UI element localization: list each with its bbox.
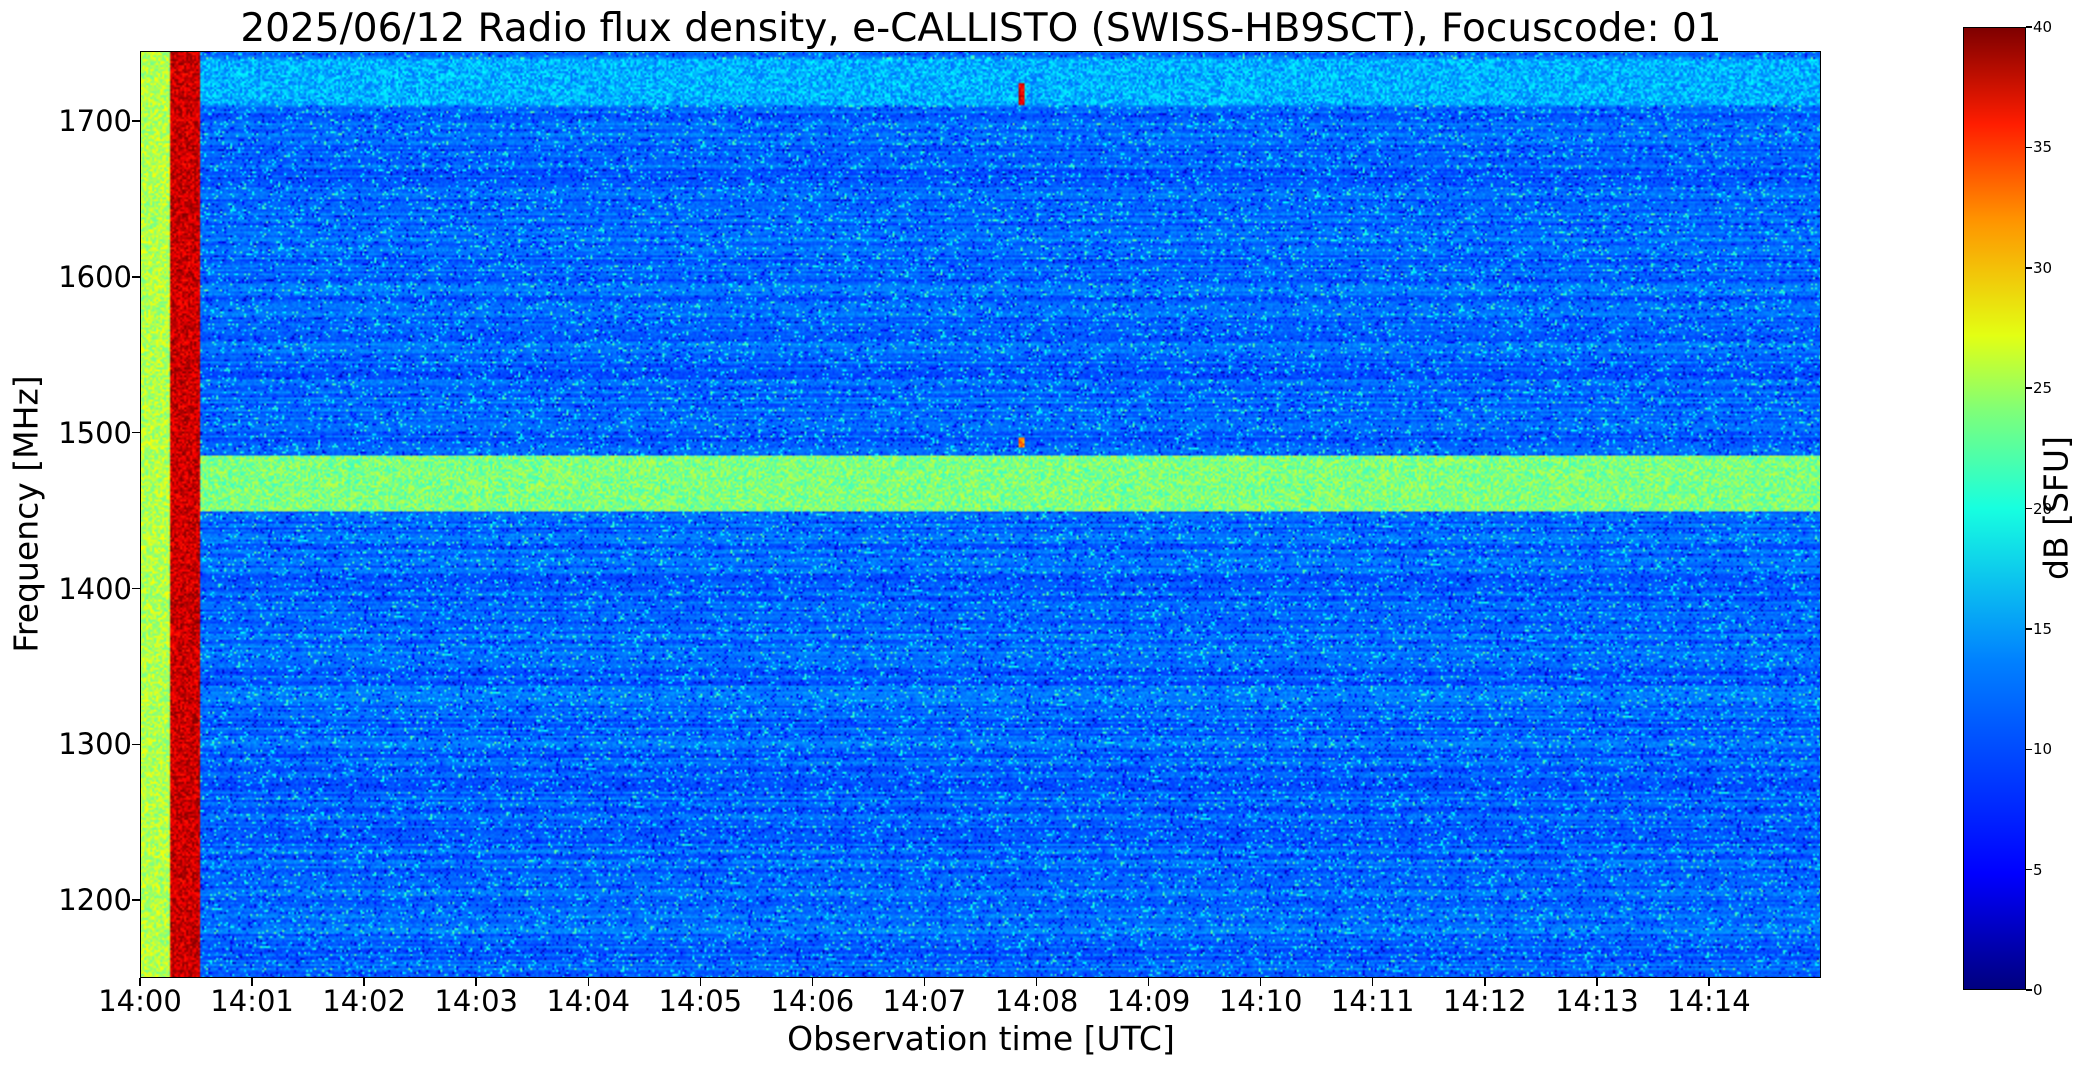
x-tick-label: 14:02: [322, 984, 406, 1018]
colorbar-tick-label: 20: [2033, 499, 2053, 518]
x-tick-label: 14:10: [1218, 984, 1303, 1018]
x-tick-label: 14:07: [882, 984, 967, 1018]
colorbar: [1963, 27, 2026, 990]
y-tick-mark: [132, 120, 140, 122]
colorbar-tick-mark: [2026, 26, 2032, 28]
colorbar-tick-mark: [2026, 387, 2032, 389]
colorbar-tick-mark: [2026, 989, 2032, 991]
x-tick-label: 14:08: [994, 984, 1079, 1018]
y-tick-label: 1200: [58, 883, 132, 918]
y-tick-label: 1600: [58, 259, 132, 294]
x-tick-label: 14:13: [1555, 984, 1639, 1018]
x-axis-label: Observation time [UTC]: [787, 1019, 1175, 1058]
y-tick-mark: [132, 899, 140, 901]
colorbar-tick-mark: [2026, 507, 2032, 510]
x-tick-label: 14:01: [210, 984, 294, 1018]
x-tick-label: 14:12: [1443, 984, 1527, 1018]
colorbar-tick-mark: [2026, 628, 2032, 630]
y-tick-label: 1700: [58, 104, 132, 139]
y-tick-mark: [132, 431, 140, 434]
y-tick-mark: [132, 276, 140, 278]
colorbar-tick-mark: [2026, 146, 2032, 149]
y-tick-mark: [132, 743, 140, 746]
colorbar-tick-label: 35: [2033, 138, 2053, 157]
y-tick-label: 1400: [58, 571, 132, 606]
x-tick-label: 14:00: [98, 984, 182, 1018]
y-axis-label: Frequency [MHz]: [6, 375, 46, 653]
colorbar-tick-label: 30: [2033, 258, 2053, 277]
y-tick-mark: [132, 587, 140, 590]
chart-title: 2025/06/12 Radio flux density, e-CALLIST…: [240, 6, 1722, 51]
spectrogram-plot-area: [140, 51, 1821, 978]
x-tick-label: 14:14: [1667, 984, 1751, 1018]
colorbar-tick-mark: [2026, 868, 2032, 871]
spectrogram-heatmap: [140, 51, 1821, 978]
colorbar-tick-mark: [2026, 267, 2032, 269]
spectrogram-figure: 2025/06/12 Radio flux density, e-CALLIST…: [0, 0, 2082, 1067]
colorbar-tick-label: 15: [2033, 619, 2053, 638]
colorbar-tick-label: 10: [2033, 740, 2053, 759]
x-tick-label: 14:04: [546, 984, 631, 1018]
colorbar-tick-label: 25: [2033, 379, 2053, 398]
colorbar-tick-label: 0: [2033, 981, 2043, 999]
colorbar-tick-mark: [2026, 748, 2032, 750]
x-tick-label: 14:09: [1106, 984, 1191, 1018]
x-tick-label: 14:05: [658, 984, 743, 1018]
colorbar-tick-label: 40: [2033, 18, 2053, 36]
y-tick-label: 1500: [58, 415, 132, 450]
x-tick-label: 14:11: [1330, 984, 1415, 1018]
colorbar-tick-label: 5: [2033, 860, 2043, 879]
x-tick-label: 14:03: [434, 984, 518, 1018]
y-tick-label: 1300: [58, 727, 132, 762]
x-tick-label: 14:06: [770, 984, 855, 1018]
